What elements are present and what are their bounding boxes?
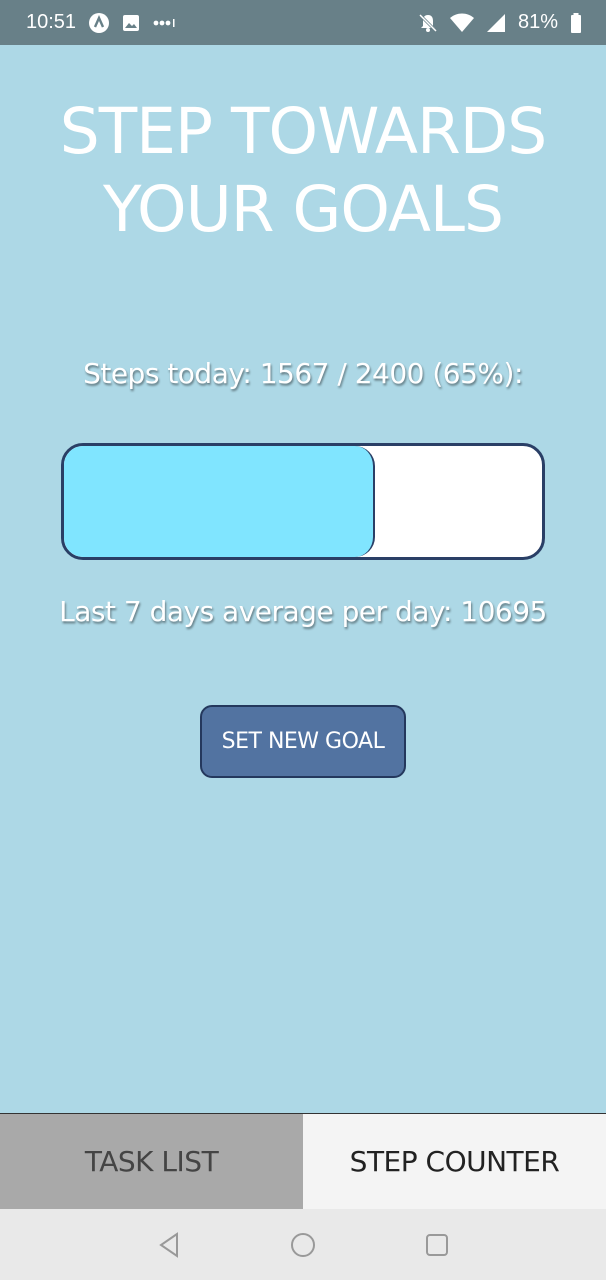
step-counter-screen: STEP TOWARDS YOUR GOALS Steps today: 156… — [0, 45, 606, 1113]
battery-icon — [570, 12, 582, 33]
system-nav-bar — [0, 1209, 606, 1280]
weekly-average-text: Last 7 days average per day: 10695 — [59, 595, 547, 628]
back-icon[interactable] — [151, 1227, 187, 1263]
steps-progress-bar — [61, 443, 545, 560]
set-new-goal-button[interactable]: SET NEW GOAL — [200, 705, 406, 778]
tab-task-list[interactable]: TASK LIST — [0, 1114, 303, 1209]
bell-off-icon — [418, 13, 438, 33]
status-bar-right: 81% — [418, 11, 582, 34]
status-bar: 10:51 81% — [0, 0, 606, 45]
status-time: 10:51 — [26, 11, 77, 33]
app-notification-icon — [88, 12, 110, 34]
steps-today-text: Steps today: 1567 / 2400 (65%): — [83, 357, 523, 390]
signal-icon — [486, 13, 506, 33]
battery-percent: 81% — [517, 11, 558, 33]
wifi-icon — [449, 13, 474, 33]
page-title-line1: STEP TOWARDS — [59, 95, 548, 168]
tab-step-counter[interactable]: STEP COUNTER — [303, 1114, 606, 1209]
image-icon — [122, 14, 140, 32]
home-icon[interactable] — [285, 1227, 321, 1263]
recents-icon[interactable] — [419, 1227, 455, 1263]
more-dots-icon — [152, 18, 176, 28]
status-bar-left: 10:51 — [26, 11, 176, 34]
bottom-tab-bar: TASK LIST STEP COUNTER — [0, 1113, 606, 1209]
steps-progress-fill — [64, 446, 375, 557]
page-title-line2: YOUR GOALS — [102, 173, 504, 246]
page-title: STEP TOWARDS YOUR GOALS — [0, 93, 606, 249]
